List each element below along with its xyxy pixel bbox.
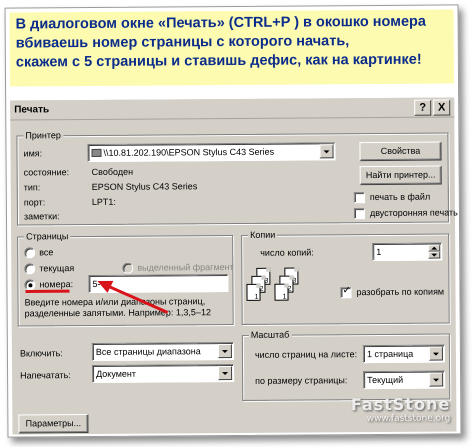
copies-group: Копии число копий: 1 3 2 1 3 2 1 разобра… <box>241 229 450 325</box>
watermark-url: www.faststone.org <box>366 413 451 425</box>
pages-group: Страницы все текущая выделенный фрагмент… <box>17 231 234 327</box>
copies-count-value: 1 <box>376 246 382 258</box>
print-to-file-label: печать в файл <box>369 191 431 203</box>
watermark: FastStone www.faststone.org <box>351 394 451 424</box>
banner-line-1: В диалоговом окне «Печать» (CTRL+P ) в о… <box>15 13 426 33</box>
pages-numbers-radio[interactable] <box>24 279 36 291</box>
print-what-value: Документ <box>96 368 137 379</box>
chevron-down-icon[interactable] <box>218 366 233 381</box>
dialog-title: Печать <box>14 104 50 116</box>
collate-checkbox[interactable] <box>340 287 352 299</box>
duplex-checkbox[interactable] <box>353 208 365 220</box>
printer-name-label: имя: <box>23 148 43 159</box>
pages-numbers-label: номера: <box>39 279 74 290</box>
printer-group: Принтер имя: \\10.81.202.190\EPSON Stylu… <box>16 130 458 226</box>
print-what-label: Напечатать: <box>20 370 71 381</box>
collate-page-icon: 1 <box>274 283 289 301</box>
printer-type-value: EPSON Stylus C43 Series <box>91 181 198 192</box>
printer-group-label: Принтер <box>23 130 63 141</box>
include-label: Включить: <box>19 348 63 359</box>
printer-notes-label: заметки: <box>23 211 60 222</box>
printer-type-label: тип: <box>23 182 41 193</box>
pages-selection-radio[interactable] <box>122 262 134 274</box>
pages-per-sheet-label: число страниц на листе: <box>254 349 358 360</box>
print-dialog: Печать ? X Принтер имя: \\10.81.202.190\… <box>10 97 458 435</box>
banner-line-3: скажем с 5 страницы и ставишь дефис, как… <box>15 51 422 71</box>
watermark-logo: FastStone <box>350 394 451 415</box>
pages-per-sheet-select[interactable]: 1 страница <box>362 344 445 364</box>
instruction-banner: В диалоговом окне «Печать» (CTRL+P ) в о… <box>9 9 455 87</box>
pages-group-label: Страницы <box>24 231 71 242</box>
print-what-select[interactable]: Документ <box>92 363 235 383</box>
pages-current-radio[interactable] <box>24 263 36 275</box>
collate-label: разобрать по копиям <box>356 286 445 298</box>
chevron-down-icon[interactable] <box>217 344 232 359</box>
dialog-titlebar: Печать ? X <box>10 97 455 121</box>
fit-to-page-select[interactable]: Текущий <box>363 370 446 390</box>
duplex-label: двусторонняя печать <box>369 207 458 219</box>
pages-hint: Введите номера и/или диапазоны страниц, … <box>24 296 211 319</box>
pages-selection-label: выделенный фрагмент <box>137 261 234 273</box>
options-button[interactable]: Параметры... <box>18 414 89 434</box>
printer-select[interactable]: \\10.81.202.190\EPSON Stylus C43 Series <box>87 142 336 163</box>
printer-status-value: Свободен <box>91 166 134 177</box>
help-button[interactable]: ? <box>414 99 432 116</box>
close-button[interactable]: X <box>433 99 451 116</box>
pages-per-sheet-value: 1 страница <box>366 348 414 360</box>
printer-status-label: состояние: <box>23 167 70 178</box>
copies-count-input[interactable]: 1 <box>372 242 443 262</box>
page-numbers-input[interactable]: 5- <box>88 274 229 294</box>
printer-name-value: \\10.81.202.190\EPSON Stylus C43 Series <box>103 146 275 158</box>
collate-page-icon: 1 <box>246 283 261 301</box>
scale-group-label: Масштаб <box>248 329 292 340</box>
chevron-down-icon[interactable] <box>319 144 334 159</box>
printer-icon <box>91 148 102 157</box>
pages-current-label: текущая <box>39 263 75 274</box>
spin-down-icon[interactable] <box>428 251 441 259</box>
printer-port-label: порт: <box>23 197 46 208</box>
copies-count-label: число копий: <box>260 247 314 258</box>
pages-all-radio[interactable] <box>24 247 36 259</box>
chevron-down-icon[interactable] <box>429 372 444 387</box>
properties-button[interactable]: Свойства <box>359 141 442 162</box>
fit-to-page-value: Текущий <box>367 374 404 386</box>
copies-group-label: Копии <box>248 229 278 240</box>
scale-group: Масштаб число страниц на листе: 1 страни… <box>241 329 451 401</box>
printer-port-value: LPT1: <box>91 196 116 207</box>
fit-to-page-label: по размеру страницы: <box>255 375 348 386</box>
chevron-down-icon[interactable] <box>428 346 443 361</box>
print-to-file-checkbox[interactable] <box>353 192 365 204</box>
include-select[interactable]: Все страницы диапазона <box>91 341 234 361</box>
screenshot-frame: В диалоговом окне «Печать» (CTRL+P ) в о… <box>4 4 462 438</box>
find-printer-button[interactable]: Найти принтер... <box>359 165 442 186</box>
pages-all-label: все <box>39 247 54 258</box>
include-value: Все страницы диапазона <box>95 346 201 357</box>
